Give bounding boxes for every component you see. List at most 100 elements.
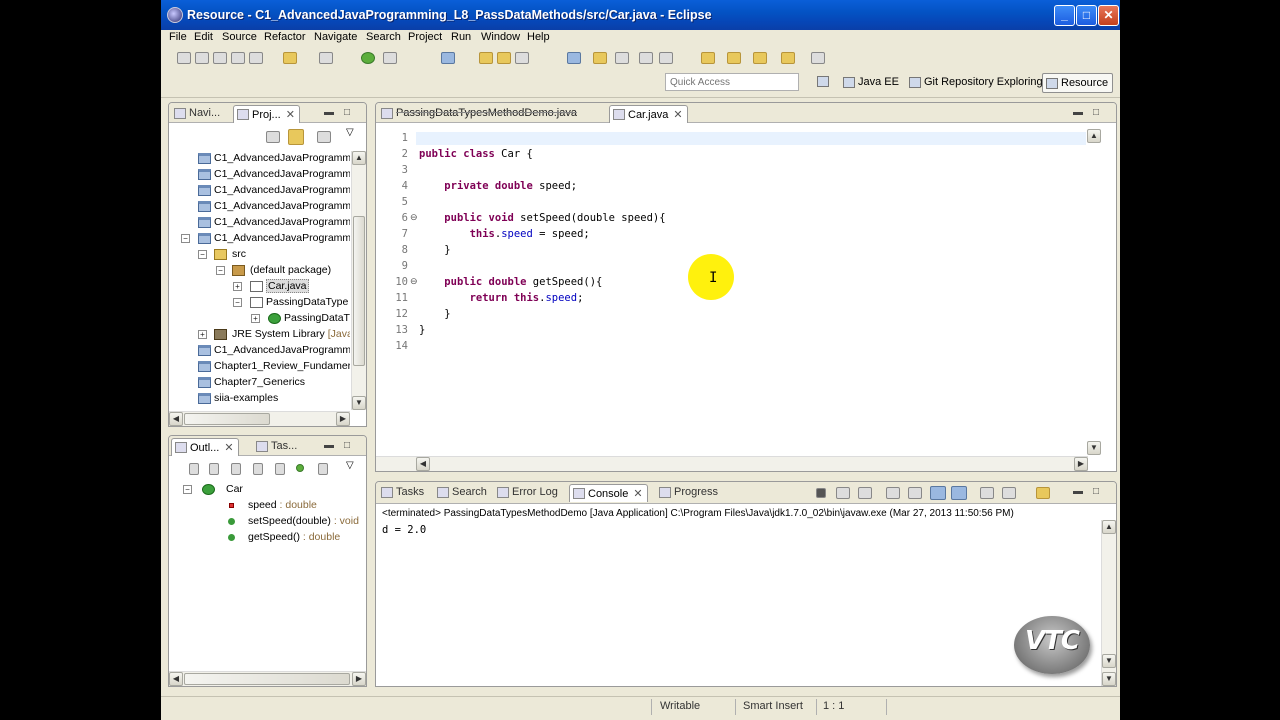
perspective-git[interactable]: Git Repository Exploring [906,73,1047,93]
collapse-icon[interactable]: − [198,250,207,259]
scroll-up-icon[interactable]: ▲ [352,151,366,165]
tab-search[interactable]: Search [434,484,491,502]
sort-az-icon[interactable] [231,463,241,475]
save-icon[interactable] [213,52,227,64]
back-icon[interactable] [753,52,767,64]
tab-passingdatatypesmethoddemo[interactable]: PassingDataTypesMethodDemo.java [378,105,581,123]
remove-launch-icon[interactable] [836,487,850,499]
remove-all-icon[interactable] [858,487,872,499]
console-output[interactable]: d = 2.0 [376,520,1100,686]
menu-window[interactable]: Window [481,31,520,43]
perspective-java-ee[interactable]: Java EE [840,73,903,93]
scroll-left-icon[interactable]: ◀ [169,412,183,426]
view-menu-icon[interactable]: ▽ [346,127,354,138]
tab-project-explorer[interactable]: Proj... ✕ [233,105,300,123]
tab-navigator[interactable]: Navi... [171,105,224,123]
scroll-left-icon[interactable]: ◀ [416,457,430,471]
run-icon[interactable] [361,52,375,64]
scroll-up-icon[interactable]: ▲ [1102,520,1116,534]
search-icon[interactable] [515,52,529,64]
quick-access-input[interactable] [665,73,799,91]
collapse-icon[interactable]: − [233,298,242,307]
menu-refactor[interactable]: Refactor [264,31,306,43]
collapse-icon[interactable]: − [181,234,190,243]
view-menu-icon[interactable]: ▽ [346,460,354,471]
expand-icon[interactable]: + [251,314,260,323]
close-tab-icon[interactable]: ✕ [224,442,233,454]
explorer-horizontal-scrollbar[interactable]: ◀ ▶ [169,411,350,426]
scroll-right-icon[interactable]: ▶ [1074,457,1088,471]
scroll-thumb[interactable] [353,216,365,366]
editor-vertical-scrollbar[interactable]: ▲ ▼ [1087,129,1102,455]
collapse-icon[interactable]: − [183,485,192,494]
next-annotation-icon[interactable] [701,52,715,64]
tab-error-log[interactable]: Error Log [494,484,562,502]
scroll-up-icon[interactable]: ▲ [1087,129,1101,143]
explorer-vertical-scrollbar[interactable]: ▲ ▼ [351,151,366,410]
tab-tasks[interactable]: Tas... [253,438,301,456]
maximize-icon[interactable]: □ [344,440,350,451]
collapse-all-icon[interactable] [266,131,280,143]
save-all-icon[interactable] [231,52,245,64]
tab-outline[interactable]: Outl... ✕ [171,438,239,456]
link-editor-icon[interactable] [288,129,304,145]
sort-icon[interactable] [189,463,199,475]
menu-search[interactable]: Search [366,31,401,43]
maximize-button[interactable]: □ [1076,5,1097,26]
scroll-end-icon[interactable]: ▼ [1102,672,1116,686]
minimize-icon[interactable]: ▬ [1073,107,1083,118]
scroll-thumb[interactable] [184,413,270,425]
hide-local-types-icon[interactable] [318,463,328,475]
collapse-all-icon[interactable] [209,463,219,475]
display-console-icon[interactable] [1002,487,1016,499]
code-editor[interactable]: 1 2 3 4 5 6 7 8 9 10 11 12 13 14 ⊖ ⊖ pub… [376,123,1116,455]
annotation-icon[interactable] [567,52,581,64]
maximize-icon[interactable]: □ [1093,107,1099,118]
minimize-button[interactable]: _ [1054,5,1075,26]
open-icon[interactable] [195,52,209,64]
close-tab-icon[interactable]: ✕ [673,109,682,121]
tab-tasks[interactable]: Tasks [378,484,428,502]
menu-file[interactable]: File [169,31,187,43]
scroll-down-icon[interactable]: ▼ [1087,441,1101,455]
minimize-icon[interactable]: ▬ [1073,486,1083,497]
tab-progress[interactable]: Progress [656,484,722,502]
hide-nonpublic-icon[interactable] [296,464,304,472]
menu-help[interactable]: Help [527,31,550,43]
editor-horizontal-scrollbar[interactable]: ◀ ▶ [376,456,1088,471]
pencil-icon[interactable] [593,52,607,64]
scroll-down-icon[interactable]: ▼ [1102,654,1116,668]
pin-icon[interactable] [811,52,825,64]
maximize-icon[interactable]: □ [1093,486,1099,497]
menu-source[interactable]: Source [222,31,257,43]
filter-icon[interactable] [317,131,331,143]
last-edit-icon[interactable] [727,52,741,64]
scroll-down-icon[interactable]: ▼ [352,396,366,410]
new-class-icon[interactable] [441,52,455,64]
scroll-thumb[interactable] [184,673,350,685]
forward-icon[interactable] [781,52,795,64]
open-perspective-button[interactable] [813,73,833,93]
tab-console[interactable]: Console ✕ [569,484,648,502]
scroll-left-icon[interactable]: ◀ [169,672,183,686]
scroll-lock-icon[interactable] [908,487,922,499]
open-task-icon[interactable] [497,52,511,64]
server-icon[interactable] [283,52,297,64]
tab-car-java[interactable]: Car.java ✕ [609,105,688,123]
scroll-right-icon[interactable]: ▶ [336,412,350,426]
open-console-icon[interactable] [1036,487,1050,499]
menu-navigate[interactable]: Navigate [314,31,357,43]
close-button[interactable]: ✕ [1098,5,1119,26]
hide-fields-icon[interactable] [253,463,263,475]
expand-icon[interactable]: + [233,282,242,291]
block-selection-icon[interactable] [659,52,673,64]
debug-icon[interactable] [319,52,333,64]
scroll-right-icon[interactable]: ▶ [352,672,366,686]
open-type-icon[interactable] [479,52,493,64]
console-vertical-scrollbar[interactable]: ▲ ▼ ▼ [1101,520,1116,686]
show-stdout-icon[interactable] [930,486,946,500]
fold-icon[interactable]: ⊖ [410,212,418,223]
collapse-icon[interactable]: − [216,266,225,275]
clear-console-icon[interactable] [886,487,900,499]
run-external-icon[interactable] [383,52,397,64]
